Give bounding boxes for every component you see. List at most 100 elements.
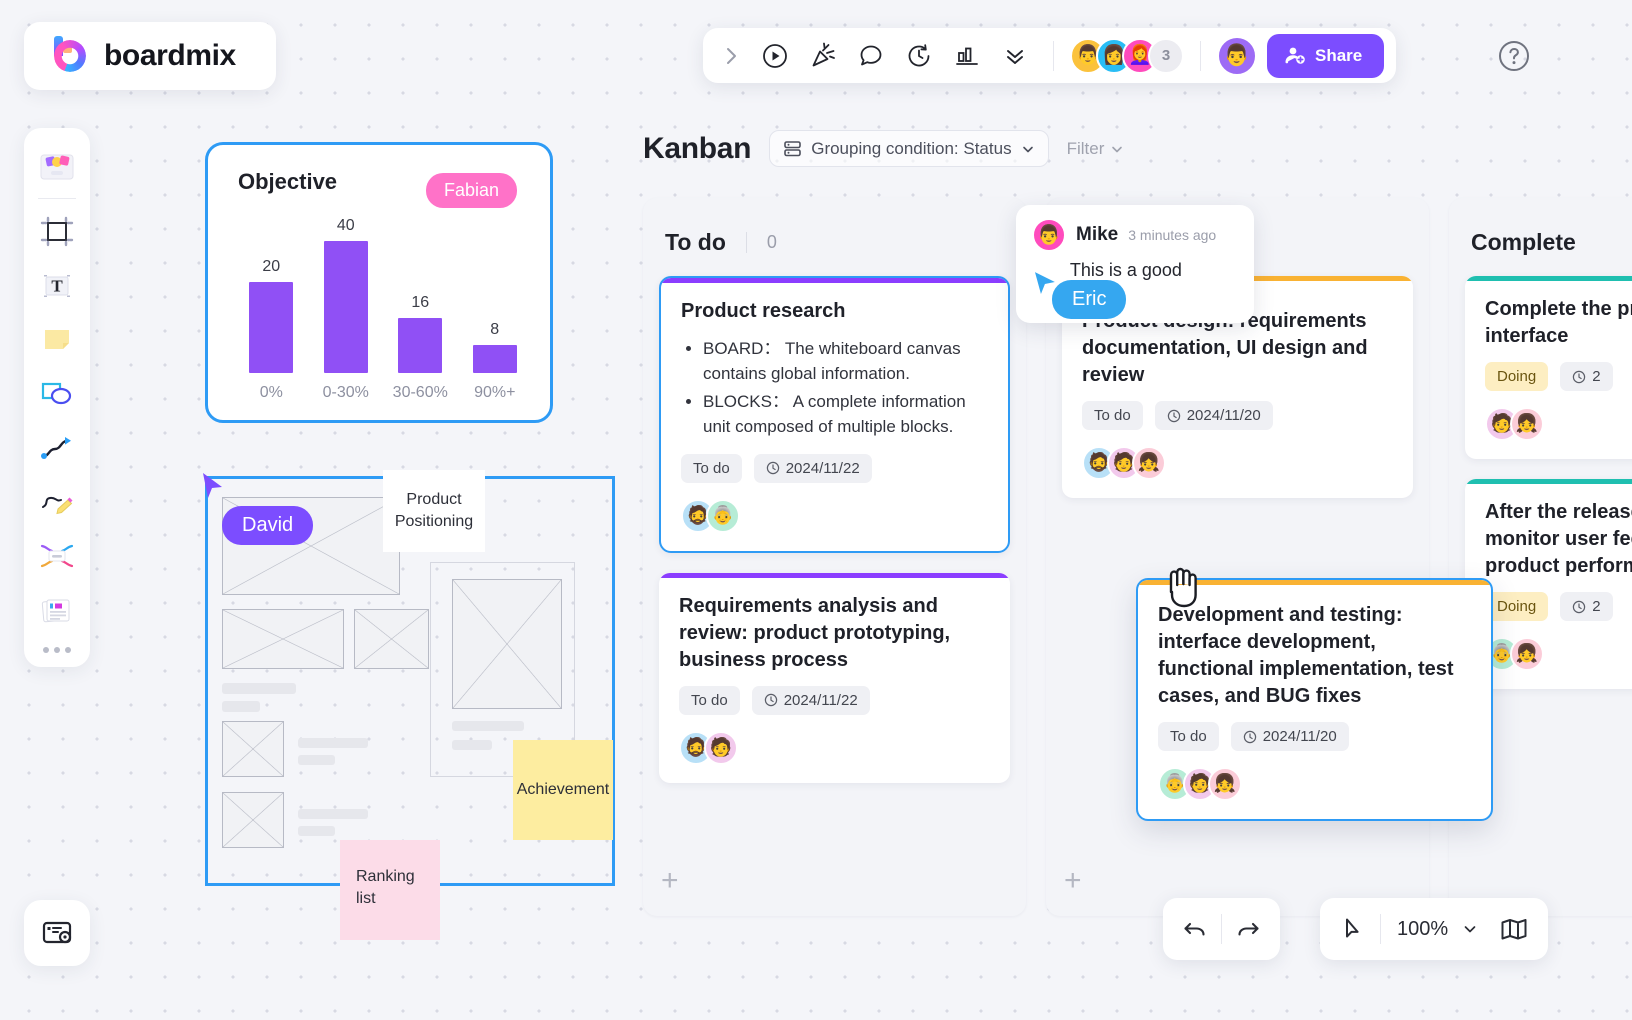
sidebar-item-shapes[interactable] (31, 367, 83, 421)
status-badge[interactable]: To do (681, 453, 742, 483)
wireframe-thumb-1 (222, 721, 284, 777)
kanban-card-requirements-analysis[interactable]: Requirements analysis and review: produc… (659, 572, 1010, 783)
cursor-tag-eric: Eric (1052, 280, 1127, 319)
kanban-card-chips: To do 2024/11/20 (1158, 722, 1471, 751)
chevrons-down-icon[interactable] (993, 35, 1037, 77)
status-badge[interactable]: To do (679, 685, 740, 715)
zoom-level-value: 100% (1397, 917, 1449, 940)
wireframe-secondary-line-2 (452, 740, 492, 750)
bar-group-3: 8 90%+ (458, 217, 533, 402)
due-date-badge[interactable]: 2024/11/22 (751, 685, 870, 715)
board-note-icon (40, 918, 74, 948)
comment-author-name: Mike (1076, 224, 1119, 245)
assignee-avatar[interactable]: 👧 (1510, 637, 1544, 671)
play-circle-icon[interactable] (753, 35, 797, 77)
bar-group-2: 16 30-60% (383, 217, 458, 402)
status-badge[interactable]: To do (1082, 401, 1143, 430)
comment-popup[interactable]: 👨 Mike 3 minutes ago This is a good idea… (1016, 205, 1254, 323)
bar-chart-icon[interactable] (945, 35, 989, 77)
note-product-positioning[interactable]: Product Positioning (383, 470, 485, 552)
assignee-avatar[interactable]: 🧑 (704, 730, 738, 765)
text-icon: T (39, 270, 75, 302)
due-date-badge[interactable]: 2 (1560, 362, 1613, 391)
bar-1 (323, 241, 368, 373)
bar-value-1: 40 (336, 217, 355, 234)
toolbar-divider-2 (1200, 40, 1201, 71)
status-badge[interactable]: To do (1158, 722, 1219, 751)
cursor-tag-david: David (222, 506, 314, 545)
more-dots-icon[interactable] (43, 637, 71, 657)
wireframe-text-line-3 (298, 738, 368, 748)
chat-bubble-icon[interactable] (849, 35, 893, 77)
wireframe-text-line-4 (298, 755, 335, 765)
grouping-condition-select[interactable]: Grouping condition: Status (769, 130, 1049, 167)
comment-timestamp: 3 minutes ago (1128, 227, 1217, 243)
kanban-card-title: After the release of the version, monito… (1485, 501, 1632, 577)
question-circle-icon[interactable] (1494, 36, 1534, 76)
collab-overflow-count[interactable]: 3 (1148, 37, 1184, 74)
status-badge[interactable]: Doing (1485, 592, 1549, 621)
due-date-badge[interactable]: 2024/11/22 (753, 453, 872, 483)
minimap-icon[interactable] (1488, 904, 1540, 954)
objective-bar-chart: 20 0% 40 0-30% 16 30-60% 8 90%+ (234, 217, 532, 402)
sidebar-item-mindmap[interactable] (31, 529, 83, 583)
timer-icon[interactable] (897, 35, 941, 77)
sidebar-item-sticky-note[interactable] (31, 313, 83, 367)
status-badge[interactable]: Doing (1485, 362, 1549, 391)
cursor-pointer-icon[interactable] (1328, 904, 1380, 954)
kanban-card-chips: To do 2024/11/22 (681, 453, 988, 483)
self-avatar[interactable]: 👨 (1217, 35, 1257, 76)
sidebar-item-templates[interactable] (31, 140, 83, 194)
rail-divider (38, 198, 76, 199)
objective-chart-card[interactable]: Objective Fabian 20 0% 40 0-30% 16 30-60… (205, 142, 553, 423)
due-date-badge[interactable]: 2024/11/20 (1230, 722, 1349, 751)
bar-label-0: 0% (259, 384, 283, 401)
party-popper-icon[interactable] (801, 35, 845, 77)
note-achievement[interactable]: Achievement (513, 740, 613, 840)
chevron-down-icon (1462, 921, 1478, 937)
sidebar-item-connector[interactable] (31, 421, 83, 475)
person-add-icon (1285, 45, 1306, 66)
bar-value-2: 16 (411, 294, 430, 311)
assignee-avatar[interactable]: 👧 (1510, 407, 1544, 441)
wireframe-thumb-2 (222, 792, 284, 848)
sidebar-item-document[interactable] (31, 583, 83, 637)
due-date-badge[interactable]: 2 (1560, 592, 1613, 621)
kanban-card-complete-product[interactable]: Complete the product and interface Doing… (1465, 276, 1632, 459)
kanban-card-product-research[interactable]: Product research BOARD： The whiteboard c… (659, 276, 1010, 553)
kanban-column-header: Complete (1449, 198, 1632, 266)
frame-icon (39, 216, 75, 248)
top-toolbar: 👨 👩 👩‍🦰 3 👨 Share (703, 28, 1397, 83)
sidebar-item-text[interactable]: T (31, 259, 83, 313)
chevron-right-icon[interactable] (715, 35, 749, 77)
sidebar-item-minimap[interactable] (24, 900, 90, 966)
assignee-avatar[interactable]: 👧 (1132, 446, 1166, 480)
grab-hand-cursor-icon (1169, 567, 1197, 608)
note-ranking-list[interactable]: Ranking list (340, 840, 440, 940)
add-card-button[interactable]: + (661, 866, 679, 896)
assignee-avatar[interactable]: 👧 (1208, 767, 1242, 801)
kanban-card-assignees: 🧑 👧 (1485, 407, 1632, 441)
sidebar-item-frame[interactable] (31, 205, 83, 259)
share-button[interactable]: Share (1267, 33, 1385, 78)
zoom-control[interactable]: 100% (1381, 918, 1488, 941)
mind-map-icon (38, 541, 76, 571)
boardmix-logo-icon (50, 36, 90, 76)
filter-button[interactable]: Filter (1067, 139, 1125, 159)
bar-group-1: 40 0-30% (309, 217, 384, 402)
svg-text:T: T (51, 277, 63, 296)
comment-author-avatar[interactable]: 👨 (1032, 218, 1066, 252)
assignee-avatar[interactable]: 👵 (706, 498, 740, 533)
redo-icon[interactable] (1222, 904, 1274, 954)
app-logo[interactable]: boardmix (24, 22, 276, 90)
kanban-column-count: 0 (745, 231, 777, 253)
bar-label-3: 90%+ (474, 384, 516, 401)
undo-icon[interactable] (1169, 904, 1221, 954)
cursor-tag-fabian: Fabian (426, 173, 518, 208)
due-date-badge[interactable]: 2024/11/20 (1154, 401, 1273, 430)
due-date-text: 2024/11/22 (785, 459, 860, 477)
kanban-card-development-testing[interactable]: Development and testing: interface devel… (1136, 578, 1493, 821)
sidebar-item-pen[interactable] (31, 475, 83, 529)
add-card-button[interactable]: + (1064, 866, 1082, 896)
kanban-column-name: To do (665, 228, 726, 255)
